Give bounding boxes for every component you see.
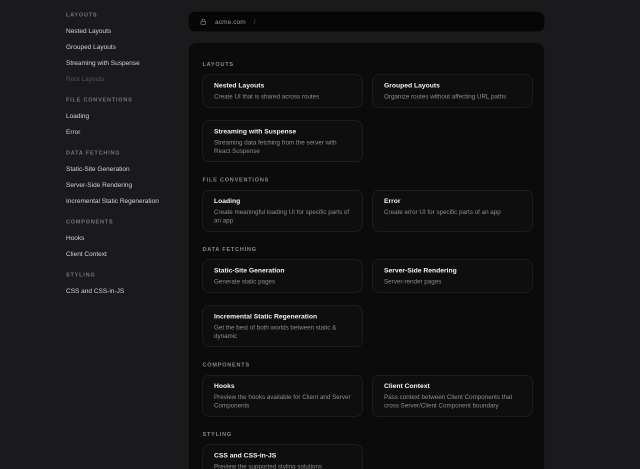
- card-title: Error: [384, 197, 521, 206]
- sidebar-item-nested-layouts[interactable]: Nested Layouts: [66, 23, 188, 39]
- card-title: Streaming with Suspense: [214, 127, 351, 136]
- card-title: Grouped Layouts: [384, 81, 521, 90]
- card-title: Loading: [214, 197, 351, 206]
- sidebar-item-streaming-with-suspense[interactable]: Streaming with Suspense: [66, 55, 188, 71]
- card-description: Streaming data fetching from the server …: [214, 139, 351, 156]
- card-server-side-rendering[interactable]: Server-Side Rendering Server-render pages: [373, 260, 533, 293]
- content-section-data-fetching: DATA FETCHING Static-Site Generation Gener…: [203, 246, 533, 348]
- address-bar: acme.com /: [188, 11, 545, 32]
- content-section-header-data-fetching: DATA FETCHING: [203, 246, 533, 254]
- content-section-header-file-conventions: FILE CONVENTIONS: [203, 176, 533, 184]
- card-streaming-with-suspense[interactable]: Streaming with Suspense Streaming data fe…: [203, 121, 363, 163]
- sidebar-section-header-data-fetching: DATA FETCHING: [66, 145, 188, 161]
- card-title: Hooks: [214, 382, 351, 391]
- card-loading[interactable]: Loading Create meaningful loading UI for …: [203, 190, 363, 232]
- sidebar: LAYOUTSNested LayoutsGrouped LayoutsStre…: [0, 7, 188, 299]
- card-static-site-generation[interactable]: Static-Site Generation Generate static pa…: [203, 260, 363, 293]
- sidebar-item-incremental-static-regeneration[interactable]: Incremental Static Regeneration: [66, 193, 188, 209]
- card-grid: Nested Layouts Create UI that is shared a…: [203, 75, 533, 163]
- sidebar-section-header-styling: STYLING: [66, 267, 188, 283]
- sidebar-item-grouped-layouts[interactable]: Grouped Layouts: [66, 39, 188, 55]
- card-client-context[interactable]: Client Context Pass context between Clien…: [373, 375, 533, 417]
- card-title: Incremental Static Regeneration: [214, 312, 351, 321]
- sidebar-item-error[interactable]: Error: [66, 124, 188, 140]
- card-title: Nested Layouts: [214, 81, 351, 90]
- sidebar-section-header-components: COMPONENTS: [66, 214, 188, 230]
- content-section-styling: STYLING CSS and CSS-in-JS Preview the supp…: [203, 431, 533, 469]
- sidebar-section-header-file-conventions: FILE CONVENTIONS: [66, 92, 188, 108]
- card-description: Preview the supported styling solutions: [214, 463, 351, 469]
- sidebar-section-header-layouts: LAYOUTS: [66, 7, 188, 23]
- card-description: Create UI that is shared across routes: [214, 93, 351, 102]
- preview-panel: LAYOUTS Nested Layouts Create UI that is s…: [188, 42, 545, 469]
- card-grouped-layouts[interactable]: Grouped Layouts Organize routes without a…: [373, 75, 533, 108]
- card-title: CSS and CSS-in-JS: [214, 451, 351, 460]
- content-section-header-components: COMPONENTS: [203, 361, 533, 369]
- content-section-header-layouts: LAYOUTS: [203, 61, 533, 69]
- card-title: Server-Side Rendering: [384, 266, 521, 275]
- lock-icon: [200, 18, 208, 26]
- sidebar-item-css-and-css-in-js[interactable]: CSS and CSS-in-JS: [66, 283, 188, 299]
- card-title: Client Context: [384, 382, 521, 391]
- content-section-components: COMPONENTS Hooks Preview the hooks availab…: [203, 361, 533, 417]
- app-root: LAYOUTSNested LayoutsGrouped LayoutsStre…: [0, 0, 640, 469]
- main-column: acme.com / LAYOUTS Nested Layouts Create U…: [188, 0, 545, 469]
- card-description: Pass context between Client Components t…: [384, 393, 521, 410]
- content-section-file-conventions: FILE CONVENTIONS Loading Create meaningful…: [203, 176, 533, 232]
- sidebar-item-hooks[interactable]: Hooks: [66, 230, 188, 246]
- card-grid: Loading Create meaningful loading UI for …: [203, 190, 533, 232]
- card-description: Create meaningful loading UI for specifi…: [214, 208, 351, 225]
- card-incremental-static-regeneration[interactable]: Incremental Static Regeneration Get the b…: [203, 306, 363, 348]
- card-nested-layouts[interactable]: Nested Layouts Create UI that is shared a…: [203, 75, 363, 108]
- card-description: Preview the hooks available for Client a…: [214, 393, 351, 410]
- content-section-header-styling: STYLING: [203, 431, 533, 439]
- card-hooks[interactable]: Hooks Preview the hooks available for Cli…: [203, 375, 363, 417]
- sidebar-item-root-layouts[interactable]: Root Layouts: [66, 71, 188, 87]
- sidebar-item-server-side-rendering[interactable]: Server-Side Rendering: [66, 177, 188, 193]
- content-section-layouts: LAYOUTS Nested Layouts Create UI that is s…: [203, 61, 533, 163]
- card-grid: Static-Site Generation Generate static pa…: [203, 260, 533, 348]
- card-css-and-css-in-js[interactable]: CSS and CSS-in-JS Preview the supported s…: [203, 445, 363, 469]
- card-title: Static-Site Generation: [214, 266, 351, 275]
- card-description: Get the best of both worlds between stat…: [214, 324, 351, 341]
- card-error[interactable]: Error Create error UI for specific parts …: [373, 190, 533, 232]
- address-domain: acme.com: [215, 18, 246, 26]
- card-description: Organize routes without affecting URL pa…: [384, 93, 521, 102]
- sidebar-item-static-site-generation[interactable]: Static-Site Generation: [66, 161, 188, 177]
- address-path: /: [254, 18, 256, 26]
- card-description: Create error UI for specific parts of an…: [384, 208, 521, 217]
- card-description: Generate static pages: [214, 278, 351, 287]
- sidebar-item-loading[interactable]: Loading: [66, 108, 188, 124]
- card-grid: Hooks Preview the hooks available for Cli…: [203, 375, 533, 417]
- sidebar-item-client-context[interactable]: Client Context: [66, 246, 188, 262]
- card-description: Server-render pages: [384, 278, 521, 287]
- card-grid: CSS and CSS-in-JS Preview the supported s…: [203, 445, 533, 469]
